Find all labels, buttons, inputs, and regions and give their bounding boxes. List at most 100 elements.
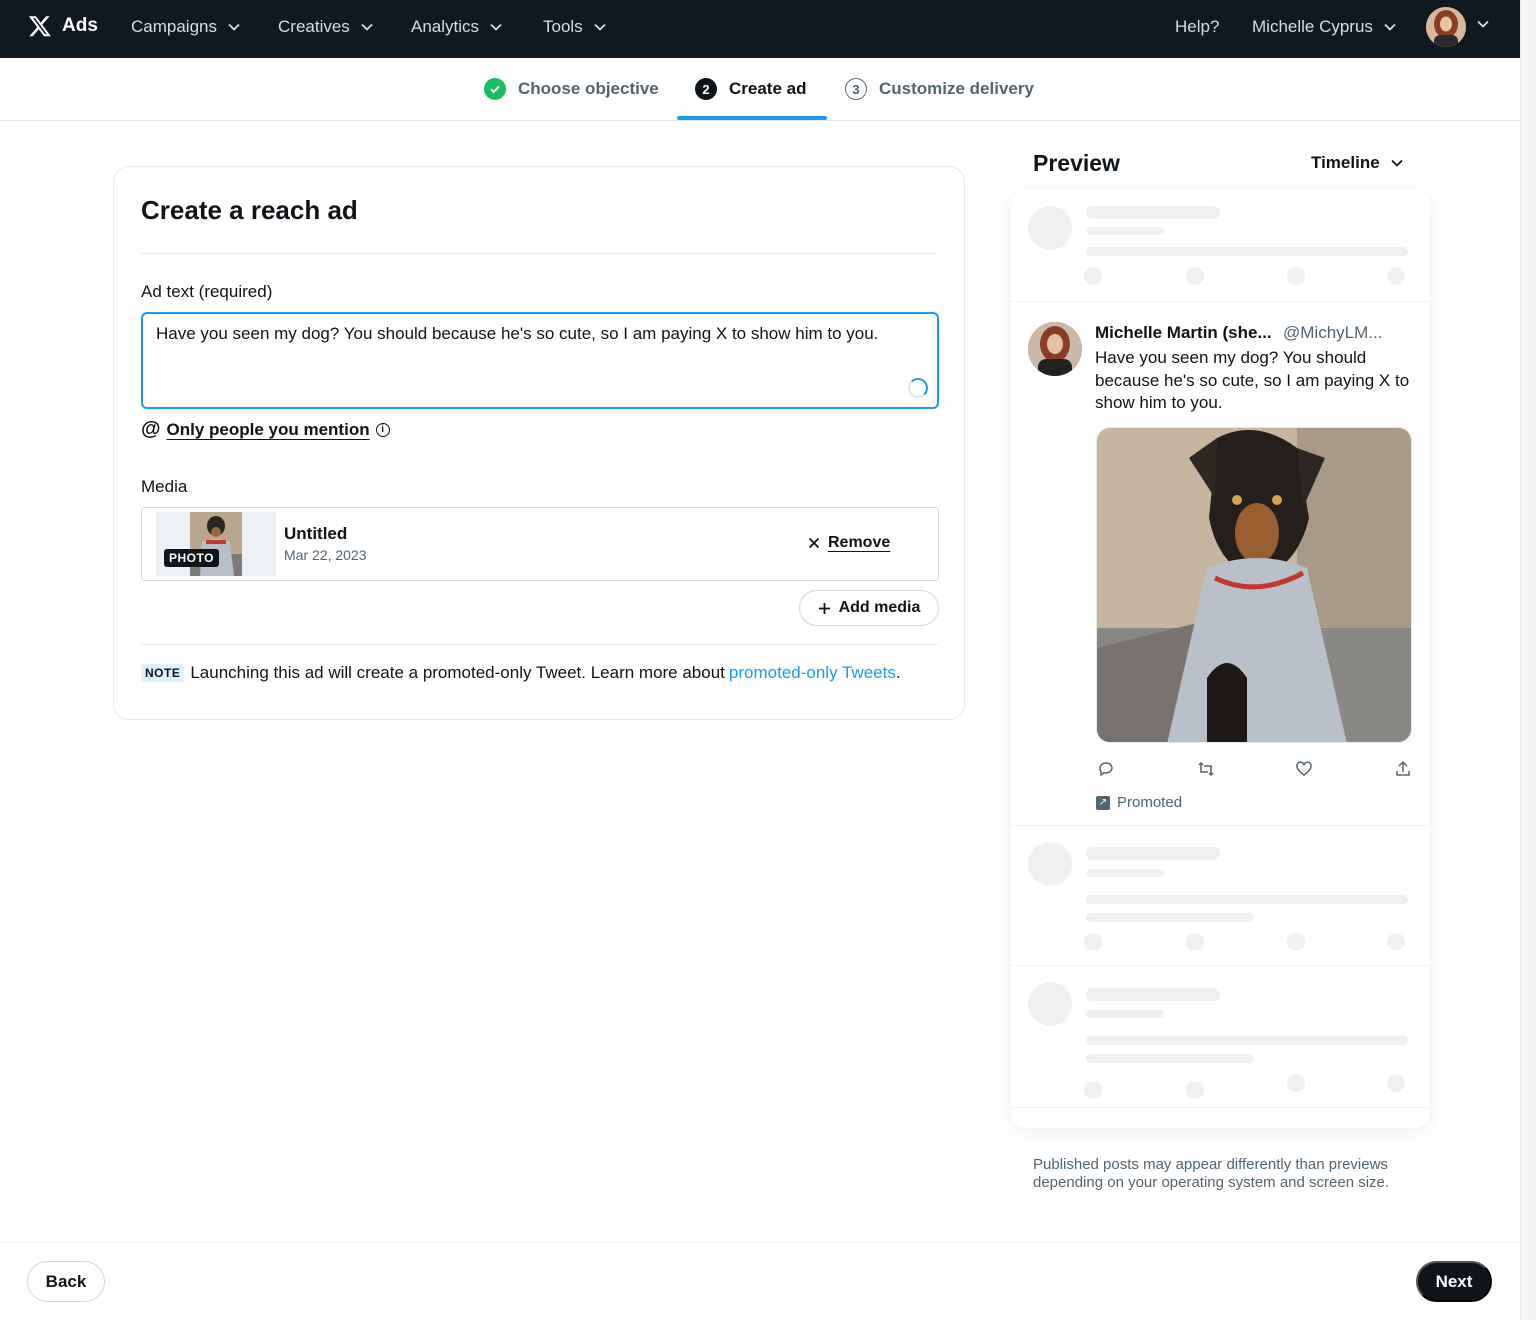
photo-badge: PHOTO <box>164 549 219 567</box>
skeleton-avatar <box>1028 842 1072 886</box>
account-switcher[interactable]: Michelle Cyprus <box>1252 17 1397 37</box>
plus-icon <box>818 602 830 614</box>
skeleton-action <box>1186 267 1204 285</box>
nav-analytics-label: Analytics <box>411 17 480 36</box>
reply-settings-link[interactable]: Only people you mention <box>167 420 370 440</box>
page-scrollbar[interactable] <box>1520 0 1536 1320</box>
progress-stepper: Choose objective 2 Create ad 3 Customize… <box>0 58 1520 121</box>
nav-campaigns-label: Campaigns <box>131 17 217 36</box>
skeleton-action <box>1084 267 1102 285</box>
promoted-only-tweets-link[interactable]: promoted-only Tweets <box>729 663 896 682</box>
like-icon[interactable] <box>1294 759 1314 779</box>
close-icon <box>808 537 820 549</box>
skeleton-action <box>1387 267 1405 285</box>
media-item: PHOTO Untitled Mar 22, 2023 Remove <box>141 507 939 581</box>
divider <box>141 644 938 645</box>
step-create-ad[interactable]: 2 Create ad <box>695 78 806 100</box>
footer-divider <box>0 1242 1520 1243</box>
reply-icon[interactable] <box>1096 759 1116 779</box>
placement-value: Timeline <box>1311 153 1380 172</box>
chevron-down-icon <box>1384 23 1396 31</box>
next-button[interactable]: Next <box>1416 1261 1492 1302</box>
help-link[interactable]: Help? <box>1175 17 1219 37</box>
nav-tools[interactable]: Tools <box>543 17 607 37</box>
divider <box>141 253 938 254</box>
preview-disclaimer: Published posts may appear differently t… <box>1033 1156 1390 1191</box>
media-date: Mar 22, 2023 <box>284 547 367 563</box>
reply-settings[interactable]: @ Only people you mention i <box>141 418 390 441</box>
skeleton-action <box>1387 1074 1405 1092</box>
promoted-label: ↗ Promoted <box>1096 794 1182 811</box>
step-number-badge: 3 <box>845 78 867 100</box>
help-label: Help? <box>1175 17 1220 36</box>
skeleton-action <box>1186 933 1204 951</box>
step-label: Create ad <box>729 79 807 98</box>
nav-creatives-label: Creatives <box>278 17 350 36</box>
tweet-preview-frame: Michelle Martin (she... @MichyLM... Have… <box>1011 189 1430 1128</box>
divider <box>1011 301 1430 302</box>
skeleton-line <box>1086 206 1220 219</box>
skeleton-action <box>1387 933 1405 951</box>
check-icon <box>484 78 506 100</box>
skeleton-line <box>1086 1010 1164 1018</box>
chevron-down-icon <box>490 23 502 31</box>
skeleton-line <box>1086 869 1164 877</box>
media-thumbnail[interactable]: PHOTO <box>156 512 276 576</box>
retweet-icon[interactable] <box>1196 759 1216 779</box>
required-hint: (required) <box>198 282 273 301</box>
step-choose-objective[interactable]: Choose objective <box>484 78 659 100</box>
preview-title: Preview <box>1033 150 1120 176</box>
nav-creatives[interactable]: Creatives <box>278 17 374 37</box>
ad-text-input[interactable]: Have you seen my dog? You should because… <box>141 312 939 409</box>
promoted-icon: ↗ <box>1096 795 1110 810</box>
dog-photo <box>1097 428 1411 742</box>
skeleton-action <box>1084 933 1102 951</box>
nav-tools-label: Tools <box>543 17 583 36</box>
note-text: Launching this ad will create a promoted… <box>190 663 725 682</box>
chevron-down-icon <box>361 23 373 31</box>
back-button[interactable]: Back <box>27 1261 105 1302</box>
tweet-media-image <box>1096 427 1412 743</box>
info-icon[interactable]: i <box>375 422 390 437</box>
avatar-image <box>1426 7 1466 47</box>
loading-spinner-icon <box>908 378 928 398</box>
chevron-down-icon <box>228 23 240 31</box>
account-name: Michelle Cyprus <box>1252 17 1373 36</box>
skeleton-line <box>1086 913 1254 922</box>
create-ad-card: Create a reach ad Ad text (required) Hav… <box>113 166 965 720</box>
user-avatar[interactable] <box>1426 7 1466 47</box>
promoted-text: Promoted <box>1117 794 1183 811</box>
ad-text-value: Have you seen my dog? You should because… <box>156 324 879 343</box>
add-media-label: Add media <box>838 599 921 616</box>
x-ads-logo[interactable]: Ads <box>28 13 98 39</box>
top-nav: Ads Campaigns Creatives Analytics Tools … <box>0 0 1520 58</box>
tweet-author-avatar <box>1028 322 1082 376</box>
avatar-menu[interactable] <box>1476 17 1490 31</box>
skeleton-line <box>1086 847 1220 860</box>
skeleton-action <box>1287 933 1305 951</box>
chevron-down-icon <box>594 23 606 31</box>
skeleton-line <box>1086 227 1164 235</box>
brand-label: Ads <box>62 15 98 36</box>
add-media-button[interactable]: Add media <box>799 590 939 626</box>
promoted-only-note: NOTE Launching this ad will create a pro… <box>141 663 901 683</box>
note-period: . <box>895 663 901 682</box>
step-customize-delivery[interactable]: 3 Customize delivery <box>845 78 1034 100</box>
step-label: Choose objective <box>518 79 659 98</box>
divider <box>1011 965 1430 966</box>
divider <box>1011 825 1430 826</box>
skeleton-avatar <box>1028 206 1072 250</box>
share-icon[interactable] <box>1393 759 1413 779</box>
nav-analytics[interactable]: Analytics <box>411 17 503 37</box>
nav-campaigns[interactable]: Campaigns <box>131 17 241 37</box>
media-title: Untitled <box>284 524 348 543</box>
ad-text-label: Ad text (required) <box>141 282 272 302</box>
skeleton-line <box>1086 247 1408 256</box>
remove-media-button[interactable]: Remove <box>808 534 890 552</box>
chevron-down-icon <box>1477 20 1489 28</box>
skeleton-action <box>1287 267 1305 285</box>
page-title: Create a reach ad <box>141 195 358 225</box>
skeleton-line <box>1086 1036 1408 1045</box>
media-label: Media <box>141 477 188 496</box>
placement-dropdown[interactable]: Timeline <box>1311 153 1404 173</box>
